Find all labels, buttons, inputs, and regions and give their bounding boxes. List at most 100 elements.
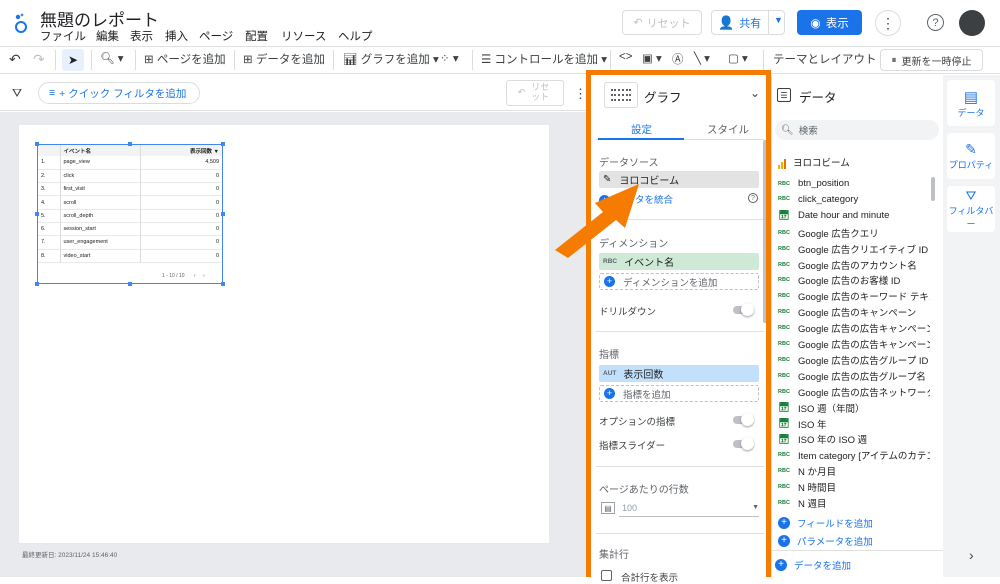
field-item[interactable]: RBC btn_position — [778, 178, 930, 189]
table-row[interactable]: 3. first_visit 0 — [38, 182, 222, 196]
table-row[interactable]: 2. click 0 — [38, 169, 222, 183]
prev-page-icon[interactable]: ‹ — [194, 273, 196, 279]
field-item[interactable]: 📅︎ Date hour and minute — [778, 210, 930, 221]
text-type-icon: RBC — [778, 372, 790, 379]
resize-handle[interactable] — [221, 282, 225, 286]
field-item[interactable]: RBC Item category [アイテムのカテゴリ] — [778, 448, 930, 462]
shape-icon[interactable]: ▢ ▾ — [728, 51, 748, 65]
next-page-icon[interactable]: › — [203, 273, 205, 279]
date-type-icon: 📅︎ — [778, 418, 790, 428]
resize-handle[interactable] — [221, 142, 225, 146]
add-control-button[interactable]: ☰ コントロールを追加 ▾ — [481, 51, 607, 67]
quick-filter-label: + クイック フィルタを追加 — [59, 87, 187, 100]
menu-help[interactable]: ヘルプ — [338, 28, 373, 44]
add-control-label: コントロールを追加 — [494, 54, 599, 66]
table-row[interactable]: 1. page_view 4,509 — [38, 156, 222, 170]
menu-insert[interactable]: 挿入 — [165, 28, 188, 44]
share-button[interactable]: 👤 共有 ▼ — [711, 10, 785, 35]
menu-resources[interactable]: リソース — [281, 28, 326, 44]
table-row[interactable]: 5. scroll_depth 0 — [38, 209, 222, 223]
line-icon[interactable]: ╲ ▾ — [694, 51, 710, 65]
community-viz-button[interactable]: ⁘ ▾ — [440, 51, 459, 65]
field-item[interactable]: RBC Google 広告の広告グループ ID — [778, 353, 930, 367]
select-tool[interactable]: ➤ — [62, 49, 84, 71]
add-page-icon: ⊞ — [144, 54, 157, 66]
pause-update-button[interactable]: ⏸︎ 更新を一時停止 — [880, 49, 983, 71]
avatar[interactable] — [959, 10, 985, 36]
theme-layout-button[interactable]: テーマとレイアウト — [773, 51, 877, 67]
table-chart[interactable]: イベント名 表示回数 ▼ 1. page_view 4,509 2. click 0 3. f… — [37, 144, 223, 284]
menu-file[interactable]: ファイル — [40, 28, 86, 44]
help-icon[interactable]: ? — [927, 14, 944, 31]
filter-icon[interactable]: ⛛ — [12, 86, 22, 101]
table-header-views[interactable]: 表示回数 ▼ — [140, 145, 222, 156]
views-cell: 0 — [215, 239, 219, 246]
table-row[interactable]: 8. video_start 0 — [38, 249, 222, 263]
datasource-header[interactable]: ヨロコビーム — [778, 155, 850, 169]
menu-page[interactable]: ページ — [199, 28, 233, 44]
resize-handle[interactable] — [128, 142, 132, 146]
text-icon[interactable]: Ⓐ — [672, 51, 684, 67]
view-button[interactable]: ◉ 表示 — [797, 10, 862, 35]
field-item[interactable]: RBC Google 広告のキーワード テキスト — [778, 289, 930, 303]
table-row[interactable]: 7. user_engagement 0 — [38, 235, 222, 250]
field-item[interactable]: 📅︎ ISO 年の ISO 週 — [778, 432, 930, 447]
resize-handle[interactable] — [221, 212, 225, 216]
image-icon[interactable]: ▣ ▾ — [642, 51, 662, 65]
add-data-button[interactable]: ⊞ データを追加 — [243, 51, 325, 67]
field-item[interactable]: RBC Google 広告クエリ — [778, 226, 930, 240]
menu-arrange[interactable]: 配置 — [245, 28, 268, 44]
menu-view[interactable]: 表示 — [130, 28, 153, 44]
add-chart-button[interactable]: 📊︎ グラフを追加 ▾ — [343, 51, 439, 67]
field-item[interactable]: RBC Google 広告のキャンペーン — [778, 305, 930, 319]
filterbar-reset-button[interactable]: ↶ リセット — [506, 80, 564, 106]
looker-studio-logo-icon[interactable] — [12, 12, 30, 34]
add-field-button[interactable]: + フィールドを追加 — [778, 516, 873, 530]
field-list-scrollbar[interactable] — [931, 177, 935, 201]
resize-handle[interactable] — [35, 212, 39, 216]
more-options-icon[interactable]: ⋮ — [875, 10, 901, 36]
redo-icon[interactable]: ↷ — [33, 51, 45, 68]
field-item[interactable]: RBC Google 広告クリエイティブ ID — [778, 242, 930, 256]
reset-button[interactable]: ↶ リセット — [622, 10, 702, 35]
field-name: Google 広告の広告グループ ID — [798, 355, 929, 367]
rail-filterbar-tab[interactable]: ⛛ フィルタバー — [947, 186, 995, 232]
field-item[interactable]: RBC Google 広告の広告グループ名 — [778, 369, 930, 383]
field-name: Date hour and minute — [798, 209, 890, 221]
field-item[interactable]: RBC N 時間目 — [778, 480, 930, 494]
add-parameter-button[interactable]: + パラメータを追加 — [778, 534, 873, 548]
field-name: click_category — [798, 193, 859, 205]
rail-properties-tab[interactable]: ✎ プロパティ — [947, 133, 995, 179]
resize-handle[interactable] — [128, 282, 132, 286]
add-page-button[interactable]: ⊞ ページを追加 — [144, 51, 226, 67]
quick-filter-button[interactable]: ≡ + クイック フィルタを追加 — [38, 82, 200, 104]
zoom-control[interactable]: 🔍︎ ▾ — [100, 51, 124, 65]
field-search-input[interactable]: 🔍︎ 検索 — [775, 120, 939, 140]
embed-code-icon[interactable]: <> — [619, 51, 632, 63]
field-item[interactable]: RBC Google 広告のアカウント名 — [778, 258, 930, 272]
cursor-arrow-icon: ➤ — [67, 53, 79, 67]
table-header-event-name[interactable]: イベント名 — [60, 145, 141, 156]
menu-edit[interactable]: 編集 — [96, 28, 119, 44]
field-item[interactable]: RBC Google 広告の広告キャンペーン タ… — [778, 337, 930, 351]
field-item[interactable]: 📅︎ ISO 年 — [778, 417, 930, 431]
field-item[interactable]: RBC N か月目 — [778, 464, 930, 478]
text-type-icon: RBC — [778, 452, 790, 459]
undo-icon[interactable]: ↶ — [9, 51, 21, 68]
pause-update-label: 更新を一時停止 — [901, 56, 972, 68]
collapse-rail-chevron-icon[interactable]: › — [969, 547, 974, 563]
field-item[interactable]: RBC Google 広告のお客様 ID — [778, 273, 930, 287]
resize-handle[interactable] — [35, 282, 39, 286]
add-data-panel-button[interactable]: + データを追加 — [775, 558, 851, 572]
field-item[interactable]: RBC Google 広告の広告キャンペーン ID — [778, 321, 930, 335]
resize-handle[interactable] — [35, 142, 39, 146]
field-item[interactable]: RBC N 週目 — [778, 496, 930, 510]
table-row[interactable]: 4. scroll 0 — [38, 195, 222, 210]
field-item[interactable]: RBC click_category — [778, 194, 930, 205]
rail-data-tab[interactable]: ▤ データ — [947, 80, 995, 126]
table-row[interactable]: 6. session_start 0 — [38, 222, 222, 236]
field-item[interactable]: 📅︎ ISO 週（年間） — [778, 401, 930, 415]
field-item[interactable]: RBC Google 広告の広告ネットワーク タ… — [778, 385, 930, 399]
share-dropdown-icon[interactable]: ▼ — [774, 15, 783, 25]
undo-arrow-icon: ↶ — [633, 17, 643, 29]
